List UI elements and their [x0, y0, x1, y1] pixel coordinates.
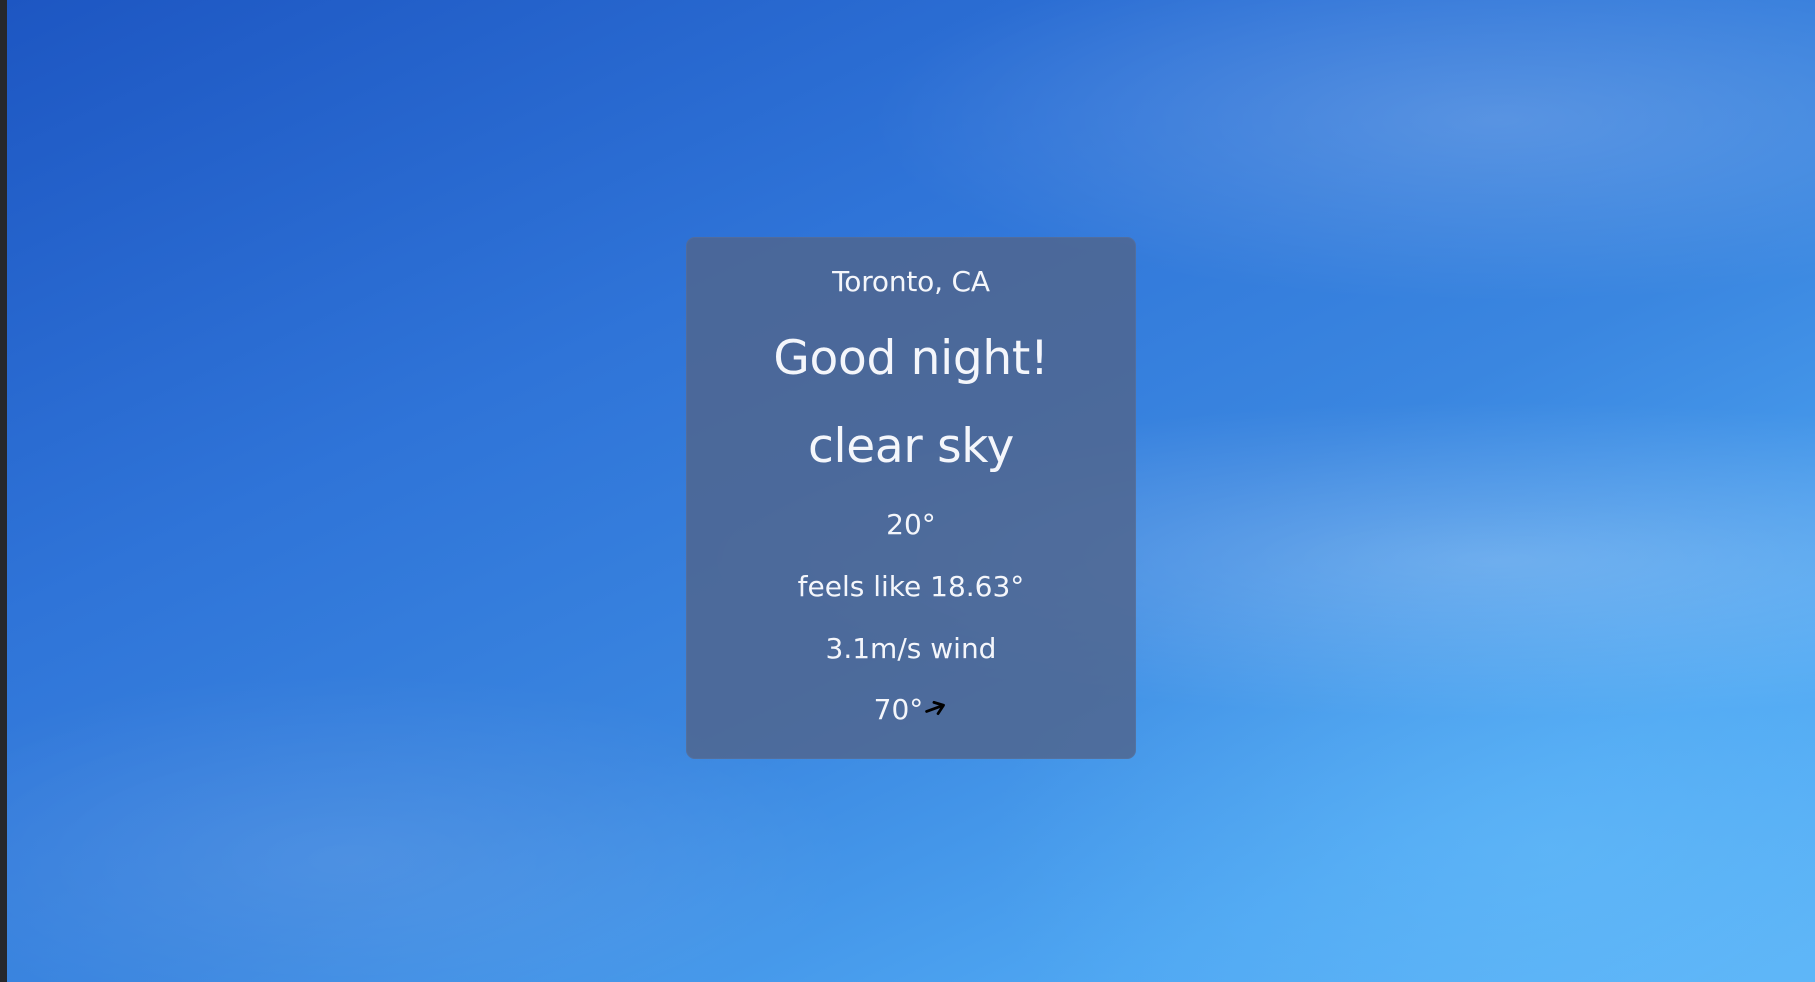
arrow-right-icon [925, 700, 946, 715]
feels-like-value: feels like 18.63° [797, 570, 1025, 603]
weather-card: Toronto, CA Good night! clear sky 20° fe… [686, 237, 1136, 759]
temperature-value: 20° [886, 508, 936, 541]
weather-description: clear sky [807, 419, 1015, 474]
wind-direction-value: 70° [873, 693, 924, 726]
wind-direction-row: 70° [686, 696, 1136, 724]
wind-speed-value: 3.1m/s wind [825, 632, 997, 665]
weather-page: Toronto, CA Good night! clear sky 20° fe… [0, 0, 1815, 982]
window-edge [0, 0, 7, 982]
location-label: Toronto, CA [832, 265, 990, 298]
greeting-text: Good night! [773, 331, 1049, 386]
